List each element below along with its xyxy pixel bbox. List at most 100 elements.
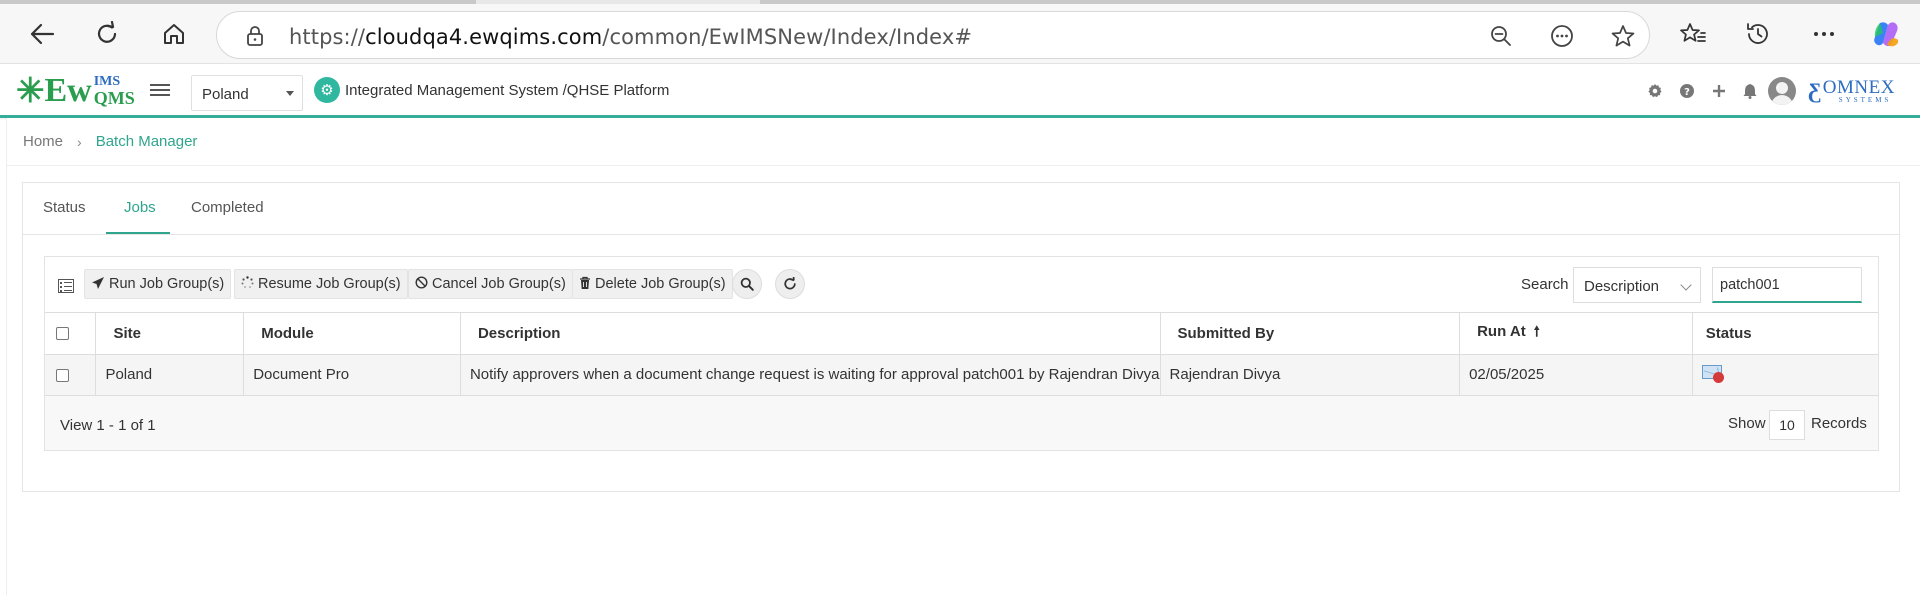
row-select-cell <box>45 354 97 396</box>
breadcrumb-current: Batch Manager <box>95 133 198 150</box>
select-all-cell <box>45 313 97 355</box>
records-per-page-input[interactable]: 10 <box>1769 410 1805 440</box>
copilot-icon[interactable] <box>1868 16 1904 52</box>
cancel-job-groups-button[interactable]: Cancel Job Group(s) <box>408 269 573 299</box>
breadcrumb-bar: Home › Batch Manager <box>6 118 1920 166</box>
mail-error-icon[interactable] <box>1701 362 1724 383</box>
breadcrumb-separator-icon: › <box>77 133 82 150</box>
column-header-site-label: Site <box>113 324 141 342</box>
country-select[interactable]: Poland <box>191 75 303 111</box>
cell-submitted-by: Rajendran Divya <box>1160 354 1461 396</box>
platform-gear-icon: ⚙ <box>314 77 340 103</box>
omnex-word: OMNEX <box>1822 77 1895 98</box>
omnex-logo: Ƹ OMNEX SYSTEMS <box>1808 78 1895 104</box>
help-icon[interactable]: ? <box>1676 80 1698 102</box>
sort-ascending-icon: 🠕 <box>1533 323 1540 340</box>
favorites-icon[interactable] <box>1675 16 1711 52</box>
active-tab-indicator <box>106 232 170 234</box>
delete-job-groups-label: Delete Job Group(s) <box>595 276 726 292</box>
trash-icon <box>579 276 591 293</box>
search-button[interactable] <box>732 269 762 299</box>
column-header-status-label: Status <box>1705 324 1752 342</box>
tab-completed[interactable]: Completed <box>191 199 264 216</box>
omnex-mark-icon: Ƹ <box>1808 78 1821 103</box>
column-chooser-icon[interactable] <box>58 279 74 293</box>
run-job-groups-button[interactable]: Run Job Group(s) <box>84 269 232 299</box>
lock-icon[interactable] <box>239 20 271 52</box>
search-field-value: Description <box>1584 278 1660 295</box>
search-field-select[interactable]: Description <box>1573 267 1701 303</box>
platform-switcher[interactable]: ⚙ Integrated Management System /QHSE Pla… <box>314 77 669 103</box>
zoom-out-icon[interactable] <box>1485 20 1517 52</box>
search-input[interactable] <box>1712 267 1862 303</box>
search-icon <box>740 277 754 291</box>
delete-job-groups-button[interactable]: Delete Job Group(s) <box>572 269 733 299</box>
breadcrumb: Home › Batch Manager <box>23 133 197 150</box>
row-checkbox[interactable] <box>56 368 69 382</box>
column-header-run-at[interactable]: Run At 🠕 <box>1459 313 1693 355</box>
column-header-submitted-by[interactable]: Submitted By <box>1160 313 1461 355</box>
add-icon[interactable] <box>1708 80 1730 102</box>
browser-toolbar: https://cloudqa4.ewqims.com/common/EwIMS… <box>0 4 1920 64</box>
ban-icon <box>415 276 428 292</box>
refresh-icon[interactable] <box>89 16 125 52</box>
cell-site: Poland <box>95 354 245 396</box>
ewqms-logo[interactable]: ✳ Ew IMS QMS <box>16 73 135 109</box>
jobs-grid: Run Job Group(s) Resume Job Group(s) Can… <box>44 256 1879 451</box>
column-header-status[interactable]: Status <box>1692 313 1878 355</box>
batch-manager-card: Status Jobs Completed Run Job Group(s) R… <box>22 182 1900 492</box>
column-header-submitted-by-label: Submitted By <box>1177 324 1275 342</box>
column-header-description-label: Description <box>477 324 561 342</box>
cell-description: Notify approvers when a document change … <box>460 354 1161 396</box>
logo-qms-text: QMS <box>93 88 135 108</box>
chevron-down-icon <box>1680 279 1692 291</box>
table-row[interactable]: Poland Document Pro Notify approvers whe… <box>45 354 1878 396</box>
grid-toolbar: Run Job Group(s) Resume Job Group(s) Can… <box>45 257 1878 313</box>
pager-records-label: Records <box>1811 415 1867 432</box>
user-avatar[interactable] <box>1768 77 1796 105</box>
address-bar[interactable]: https://cloudqa4.ewqims.com/common/EwIMS… <box>216 11 1650 59</box>
url-text[interactable]: https://cloudqa4.ewqims.com/common/EwIMS… <box>289 25 972 49</box>
logo-ew-text: Ew <box>44 72 92 109</box>
pager-show-label: Show <box>1728 415 1766 432</box>
tab-status[interactable]: Status <box>43 199 86 216</box>
column-header-module[interactable]: Module <box>243 313 461 355</box>
settings-gear-icon[interactable] <box>1644 80 1666 102</box>
run-job-groups-label: Run Job Group(s) <box>109 276 225 292</box>
app-header: ✳ Ew IMS QMS Poland ⚙ Integrated Managem… <box>0 65 1920 118</box>
settings-more-icon[interactable] <box>1806 16 1842 52</box>
refresh-icon <box>784 277 796 290</box>
spinner-icon <box>241 276 254 292</box>
tab-jobs[interactable]: Jobs <box>124 199 156 216</box>
more-options-icon[interactable] <box>1546 20 1578 52</box>
cell-status <box>1692 354 1878 396</box>
pager-view-info: View 1 - 1 of 1 <box>60 417 156 434</box>
back-icon[interactable] <box>24 16 60 52</box>
menu-hamburger-icon[interactable] <box>150 81 170 101</box>
column-header-module-label: Module <box>261 324 314 342</box>
svg-text:?: ? <box>1684 87 1690 98</box>
refresh-button[interactable] <box>775 269 805 299</box>
favorite-star-icon[interactable] <box>1607 20 1639 52</box>
grid-pager: View 1 - 1 of 1 Show 10 Records <box>45 398 1878 450</box>
history-icon[interactable] <box>1740 16 1776 52</box>
breadcrumb-home-link[interactable]: Home <box>23 133 63 150</box>
jobs-table: Site Module Description Submitted By Run… <box>45 313 1878 396</box>
cell-run-at: 02/05/2025 <box>1459 354 1693 396</box>
resume-job-groups-label: Resume Job Group(s) <box>258 276 401 292</box>
home-icon[interactable] <box>156 16 192 52</box>
column-header-run-at-label: Run At <box>1477 323 1526 341</box>
logo-ims-text: IMS <box>93 74 121 89</box>
select-all-checkbox[interactable] <box>56 327 69 341</box>
search-label: Search <box>1521 276 1569 293</box>
platform-title: Integrated Management System /QHSE Platf… <box>345 81 670 99</box>
resume-job-groups-button[interactable]: Resume Job Group(s) <box>234 269 408 299</box>
cell-module: Document Pro <box>243 354 461 396</box>
logo-asterisk-icon: ✳ <box>16 72 45 110</box>
notification-bell-icon[interactable] <box>1739 80 1761 102</box>
column-header-site[interactable]: Site <box>95 313 245 355</box>
cancel-job-groups-label: Cancel Job Group(s) <box>432 276 566 292</box>
tab-bar: Status Jobs Completed <box>23 183 1899 235</box>
table-header-row: Site Module Description Submitted By Run… <box>45 313 1878 355</box>
column-header-description[interactable]: Description <box>460 313 1161 355</box>
